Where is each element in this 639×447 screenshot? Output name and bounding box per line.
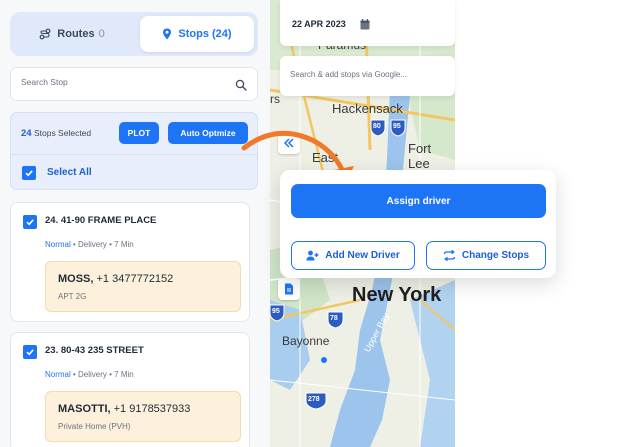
- customer-name: MASOTTI,: [58, 403, 111, 415]
- tab-routes[interactable]: Routes 0: [14, 16, 130, 52]
- selected-count-label: Stops Selected: [33, 128, 92, 138]
- plot-button[interactable]: PLOT: [119, 122, 159, 144]
- stops-panel: Routes 0 Stops (24) 24 Stops Selected PL…: [0, 0, 270, 447]
- stop-checkbox[interactable]: [23, 215, 37, 229]
- customer-phone: +1 9178537933: [110, 403, 191, 415]
- google-search: [280, 56, 455, 96]
- customer-info: MASOTTI, +1 9178537933 Private Home (PVH…: [45, 391, 241, 442]
- view-tabs: Routes 0 Stops (24): [10, 12, 258, 56]
- stop-details: • Delivery • 7 Min: [70, 370, 134, 379]
- assign-driver-popup: Assign driver Add New Driver Change Stop…: [280, 170, 556, 278]
- shield-label: 78: [330, 315, 338, 322]
- stop-meta: Normal • Delivery • 7 Min: [45, 370, 134, 379]
- check-icon: [26, 219, 34, 226]
- change-stops-label: Change Stops: [461, 250, 530, 261]
- change-stops-button[interactable]: Change Stops: [426, 241, 546, 270]
- auto-optimize-button[interactable]: Auto Optmize: [168, 122, 248, 144]
- add-new-driver-label: Add New Driver: [325, 250, 400, 261]
- shield-label: 278: [308, 396, 320, 403]
- google-search-input[interactable]: [290, 70, 450, 79]
- stop-card[interactable]: 23. 80-43 235 STREET Normal • Delivery •…: [10, 332, 250, 447]
- divider: [11, 154, 257, 155]
- shield-label: 95: [272, 308, 280, 315]
- select-all-checkbox[interactable]: [22, 166, 36, 180]
- map-label-rs: rs: [270, 92, 280, 106]
- stop-search: [10, 67, 258, 101]
- customer-name-phone: MOSS, +1 3477772152: [58, 273, 173, 285]
- map-pin-icon: [162, 28, 172, 40]
- map-label-bayonne: Bayonne: [282, 334, 330, 348]
- selection-bar: 24 Stops Selected PLOT Auto Optmize Sele…: [10, 112, 258, 190]
- stop-title: 24. 41-90 FRAME PLACE: [45, 215, 157, 226]
- app-root: Routes 0 Stops (24) 24 Stops Selected PL…: [0, 0, 639, 447]
- selected-count-number: 24: [21, 128, 32, 139]
- tab-stops[interactable]: Stops (24): [140, 16, 254, 52]
- date-picker[interactable]: 22 APR 2023: [280, 0, 455, 46]
- stop-card[interactable]: 24. 41-90 FRAME PLACE Normal • Delivery …: [10, 202, 250, 322]
- tab-routes-count: 0: [98, 28, 105, 40]
- check-icon: [25, 170, 33, 177]
- check-icon: [26, 349, 34, 356]
- customer-address-note: Private Home (PVH): [58, 422, 131, 431]
- stop-details: • Delivery • 7 Min: [70, 240, 134, 249]
- date-value: 22 APR 2023: [292, 19, 346, 29]
- document-icon: [285, 283, 293, 295]
- stop-checkbox[interactable]: [23, 345, 37, 359]
- add-user-icon: [306, 250, 319, 261]
- customer-phone: +1 3477772152: [93, 273, 174, 285]
- search-input[interactable]: [21, 77, 221, 87]
- select-all-label[interactable]: Select All: [47, 167, 92, 178]
- map-label-hackensack: Hackensack: [332, 101, 403, 116]
- customer-name-phone: MASOTTI, +1 9178537933: [58, 403, 190, 415]
- customer-address-note: APT 2G: [58, 292, 87, 301]
- search-icon[interactable]: [235, 78, 247, 96]
- stop-meta: Normal • Delivery • 7 Min: [45, 240, 134, 249]
- map-label-fort-lee: Fort Lee: [408, 141, 432, 171]
- stop-priority: Normal: [45, 240, 71, 249]
- customer-name: MOSS,: [58, 273, 94, 285]
- map-label-new-york: New York: [352, 284, 442, 306]
- calendar-icon: [360, 17, 370, 35]
- document-button[interactable]: [278, 278, 300, 300]
- stop-priority: Normal: [45, 370, 71, 379]
- swap-icon: [443, 250, 456, 261]
- selected-count: 24 Stops Selected: [21, 128, 91, 139]
- customer-info: MOSS, +1 3477772152 APT 2G: [45, 261, 241, 312]
- route-icon: [39, 28, 51, 40]
- stop-title: 23. 80-43 235 STREET: [45, 345, 144, 356]
- shield-label: 95: [393, 123, 401, 130]
- shield-label: 80: [373, 123, 381, 130]
- add-new-driver-button[interactable]: Add New Driver: [291, 241, 415, 270]
- tab-routes-label: Routes: [57, 28, 95, 40]
- assign-driver-button[interactable]: Assign driver: [291, 184, 546, 218]
- tab-stops-label: Stops (24): [178, 28, 232, 40]
